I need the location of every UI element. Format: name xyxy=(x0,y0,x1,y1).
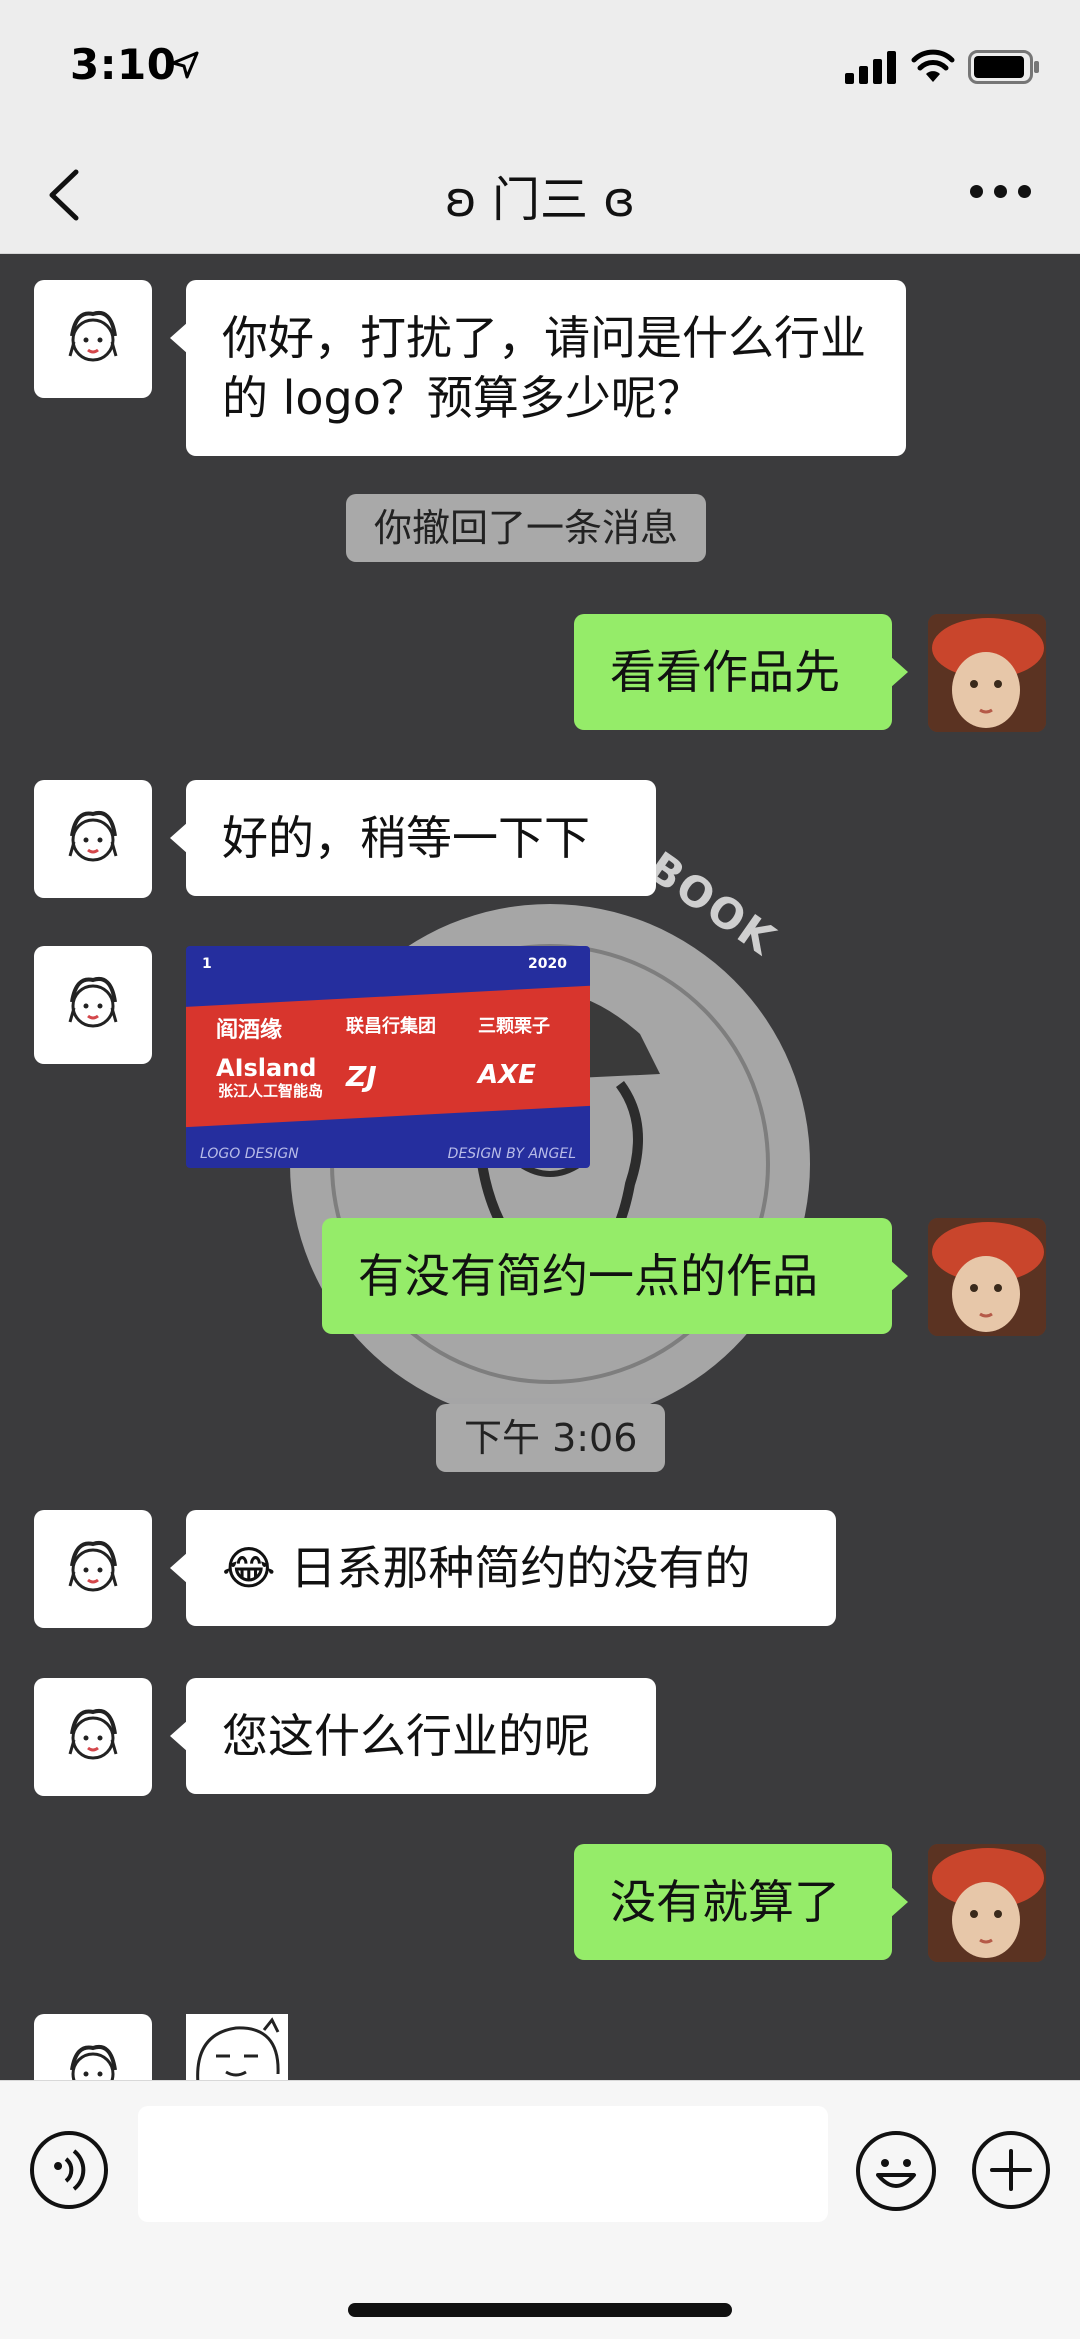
contact-avatar[interactable] xyxy=(34,1678,152,1796)
my-avatar[interactable] xyxy=(928,1218,1046,1336)
portrait-painting-icon xyxy=(928,614,1046,732)
cartoon-girl-icon xyxy=(68,811,118,862)
cartoon-girl-icon xyxy=(68,1709,118,1760)
timestamp-notice: 下午 3:06 xyxy=(436,1404,666,1472)
input-bar xyxy=(0,2080,1080,2339)
message-list[interactable]: BOOK 你好，打扰了，请问是什么行业的 logo？预算多少呢？ 你撤回了一条消… xyxy=(0,254,1080,2080)
contact-avatar[interactable] xyxy=(34,2014,152,2080)
cartoon-girl-icon xyxy=(70,2045,117,2080)
image-tag-left: 1 xyxy=(202,956,212,972)
cartoon-girl-icon xyxy=(68,1541,118,1592)
portrait-painting-icon xyxy=(928,1844,1046,1962)
laughing-tears-emoji-icon: 😂 xyxy=(222,1541,276,1595)
logo-item: 阎酒缘 xyxy=(216,1018,283,1043)
message-bubble-incoming[interactable]: 您这什么行业的呢 xyxy=(170,1678,656,1794)
ellipsis-icon[interactable] xyxy=(970,185,1031,201)
contact-avatar[interactable] xyxy=(34,280,152,398)
message-text: 日系那种简约的没有的 xyxy=(290,1541,751,1595)
wifi-icon xyxy=(911,49,955,82)
my-avatar[interactable] xyxy=(928,614,1046,732)
message-bubble-incoming[interactable]: 你好，打扰了，请问是什么行业的 logo？预算多少呢？ xyxy=(170,280,906,456)
my-avatar[interactable] xyxy=(928,1844,1046,1962)
image-footer-right: DESIGN BY ANGEL xyxy=(447,1146,576,1162)
logo-item: 三颗栗子 xyxy=(478,1016,550,1037)
cartoon-girl-icon xyxy=(68,977,118,1028)
logo-item: AXE xyxy=(478,1060,536,1090)
emoji-icon[interactable] xyxy=(856,2131,936,2211)
contact-avatar[interactable] xyxy=(34,946,152,1064)
status-bar: 3:10 xyxy=(0,0,1080,130)
plus-icon[interactable] xyxy=(972,2131,1050,2209)
logo-item: 张江人工智能岛 xyxy=(218,1082,324,1100)
cellular-signal-icon xyxy=(845,50,897,84)
logo-item: AIsland xyxy=(216,1054,317,1082)
message-bubble-incoming[interactable]: 好的，稍等一下下 xyxy=(170,780,656,896)
voice-icon[interactable] xyxy=(30,2131,108,2209)
chat-title: ʚ 门三 ɞ xyxy=(444,172,636,228)
message-input[interactable] xyxy=(138,2106,828,2222)
location-arrow-icon xyxy=(171,51,199,79)
message-bubble-incoming[interactable]: 😂 日系那种简约的没有的 xyxy=(170,1510,836,1626)
image-message[interactable]: 1 2020 阎酒缘 联昌行集团 三颗栗子 AIsland 张江人工智能岛 ZJ… xyxy=(186,946,590,1168)
portrait-painting-icon xyxy=(928,1218,1046,1336)
message-bubble-outgoing[interactable]: 没有就算了 xyxy=(574,1844,908,1960)
contact-avatar[interactable] xyxy=(34,1510,152,1628)
battery-icon xyxy=(968,50,1039,84)
chat-header: ʚ 门三 ɞ xyxy=(0,130,1080,254)
home-indicator[interactable] xyxy=(348,2303,732,2317)
logo-item: ZJ xyxy=(346,1060,377,1093)
message-bubble-outgoing[interactable]: 有没有简约一点的作品 xyxy=(322,1218,908,1334)
system-notice: 你撤回了一条消息 xyxy=(346,494,707,562)
cartoon-girl-icon xyxy=(68,311,118,362)
sticker-face-icon xyxy=(196,2017,280,2080)
image-footer-left: LOGO DESIGN xyxy=(200,1146,299,1162)
image-tag-right: 2020 xyxy=(528,956,567,972)
status-time: 3:10 xyxy=(70,40,177,89)
contact-avatar[interactable] xyxy=(34,780,152,898)
message-bubble-outgoing[interactable]: 看看作品先 xyxy=(574,614,908,730)
logo-item: 联昌行集团 xyxy=(346,1016,436,1037)
sticker-message[interactable] xyxy=(186,2014,288,2080)
